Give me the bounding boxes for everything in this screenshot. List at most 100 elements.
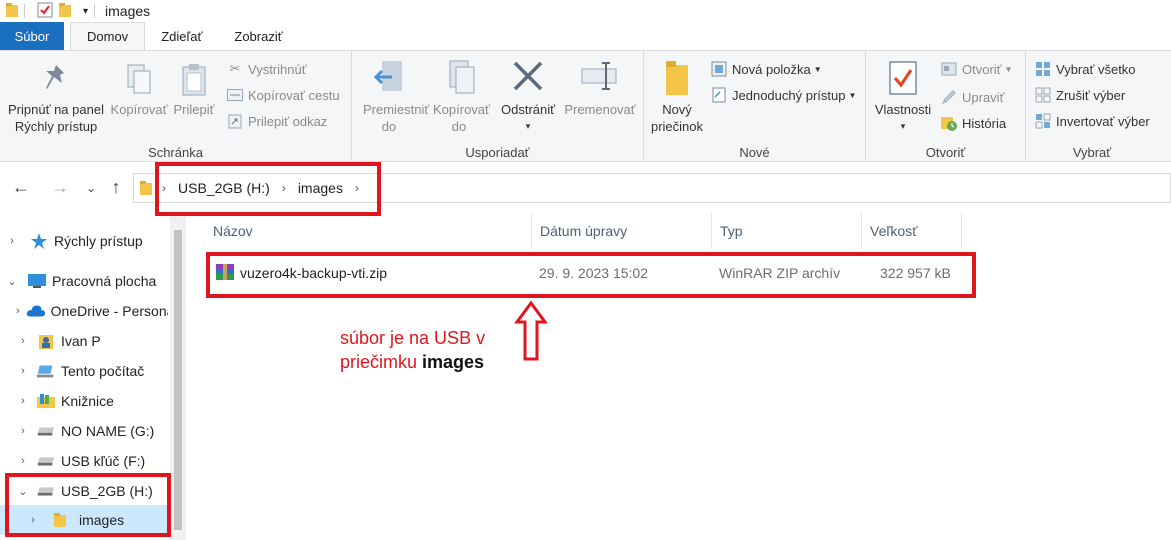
nav-item-desktop[interactable]: ⌄ Pracovná plocha — [0, 266, 168, 296]
delete-button[interactable]: Odstrániť ▾ — [496, 59, 560, 135]
new-item-button[interactable]: Nová položka ▼ — [710, 59, 822, 79]
nav-label: Pracovná plocha — [52, 273, 157, 289]
nav-item-user[interactable]: › Ivan P — [0, 326, 168, 356]
group-label-clipboard: Schránka — [148, 145, 203, 160]
column-header-size[interactable]: Veľkosť — [862, 213, 962, 249]
group-label-select: Vybrať — [1072, 145, 1112, 160]
delete-label: Odstrániť — [500, 102, 555, 117]
paste-shortcut-button[interactable]: Prilepiť odkaz — [226, 111, 327, 131]
select-all-button[interactable]: Vybrať všetko — [1034, 59, 1136, 79]
nav-item-libraries[interactable]: › Knižnice — [0, 386, 168, 416]
group-clipboard: Pripnúť na panel Rýchly prístup Kopírova… — [0, 51, 352, 162]
up-arrow-icon[interactable]: ↑ — [106, 177, 126, 198]
select-none-icon — [1034, 86, 1052, 104]
back-arrow-icon[interactable]: ← — [11, 177, 31, 198]
paste-button[interactable]: Prilepiť — [170, 63, 218, 118]
invert-selection-button[interactable]: Invertovať výber — [1034, 111, 1150, 131]
history-label: História — [962, 115, 1007, 131]
nav-label: USB kľúč (F:) — [61, 453, 146, 469]
properties-icon — [868, 59, 938, 101]
tab-view[interactable]: Zobraziť — [218, 22, 298, 50]
edit-button[interactable]: Upraviť — [940, 87, 1004, 107]
properties-label: Vlastnosti — [874, 102, 932, 117]
expand-chevron-icon[interactable]: › — [16, 305, 20, 317]
column-header-type[interactable]: Typ — [712, 213, 862, 249]
computer-icon — [36, 362, 56, 380]
copy-icon — [106, 63, 172, 101]
invert-selection-label: Invertovať výber — [1056, 113, 1150, 129]
copy-path-button[interactable]: Kopírovať cestu — [226, 85, 340, 105]
copy-path-icon — [226, 86, 244, 104]
highlight-box-nav-drive — [5, 473, 171, 537]
easy-access-button[interactable]: Jednoduchý prístup ▼ — [710, 85, 856, 105]
scrollbar-thumb[interactable] — [174, 230, 182, 530]
group-organize: Premiestniť do Kopírovať do Odstrániť ▾ … — [352, 51, 644, 162]
rename-icon — [560, 59, 640, 101]
new-folder-button[interactable]: Nový priečinok — [646, 59, 708, 135]
pin-label: Pripnúť na panel Rýchly prístup — [8, 102, 104, 134]
column-header-date[interactable]: Dátum úpravy — [532, 213, 712, 249]
user-folder-icon — [36, 332, 56, 350]
tab-share[interactable]: Zdieľať — [145, 22, 218, 50]
delete-dropdown-icon[interactable]: ▾ — [496, 118, 560, 135]
new-folder-label: Nový priečinok — [650, 102, 704, 134]
expand-chevron-icon[interactable]: › — [5, 235, 19, 247]
new-folder-icon — [646, 59, 708, 101]
expand-chevron-icon[interactable]: › — [16, 455, 30, 467]
forward-arrow-icon[interactable]: → — [50, 177, 70, 198]
nav-item-this-pc[interactable]: › Tento počítač — [0, 356, 168, 386]
nav-item-drive-f[interactable]: › USB kľúč (F:) — [0, 446, 168, 476]
new-folder-quick-icon[interactable] — [59, 2, 73, 21]
highlight-box-breadcrumb — [155, 162, 381, 216]
pin-quick-access-button[interactable]: Pripnúť na panel Rýchly prístup — [4, 63, 108, 135]
group-open: Vlastnosti ▾ Otvoriť ▼ Upraviť História … — [866, 51, 1026, 162]
cut-button[interactable]: ✂ Vystrihnúť — [226, 59, 307, 79]
move-to-icon — [354, 59, 424, 101]
nav-pane-scrollbar[interactable] — [170, 216, 186, 540]
easy-access-icon — [710, 86, 728, 104]
history-icon — [940, 114, 958, 132]
tab-home[interactable]: Domov — [70, 22, 146, 50]
new-item-dropdown-icon: ▼ — [813, 64, 822, 74]
separator — [94, 4, 96, 18]
recent-locations-chevron-icon[interactable]: ⌄ — [81, 181, 101, 195]
paste-label: Prilepiť — [173, 102, 215, 117]
new-item-label: Nová položka — [732, 61, 811, 77]
rename-button[interactable]: Premenovať — [560, 59, 640, 118]
select-none-button[interactable]: Zrušiť výber — [1034, 85, 1125, 105]
expand-chevron-icon[interactable]: › — [16, 395, 30, 407]
properties-dropdown-icon[interactable]: ▾ — [868, 118, 938, 135]
edit-icon — [940, 88, 958, 106]
nav-label: Tento počítač — [61, 363, 145, 379]
nav-label: OneDrive - Personal — [50, 303, 168, 319]
properties-quick-icon[interactable] — [37, 2, 53, 21]
expand-chevron-icon[interactable]: › — [16, 335, 30, 347]
usb-drive-icon — [36, 452, 56, 470]
properties-button[interactable]: Vlastnosti ▾ — [868, 59, 938, 135]
nav-item-quick-access[interactable]: › Rýchly prístup — [0, 226, 168, 256]
edit-label: Upraviť — [962, 89, 1005, 105]
annotation-line-2: priečimku images — [340, 350, 485, 374]
column-header-name[interactable]: Názov — [205, 213, 532, 249]
folder-icon — [6, 2, 18, 20]
copy-button[interactable]: Kopírovať — [106, 63, 172, 118]
nav-item-drive-g[interactable]: › NO NAME (G:) — [0, 416, 168, 446]
collapse-chevron-icon[interactable]: ⌄ — [5, 275, 19, 288]
usb-drive-icon — [36, 422, 56, 440]
expand-chevron-icon[interactable]: › — [16, 365, 30, 377]
select-none-label: Zrušiť výber — [1056, 87, 1126, 103]
up-arrow-annotation-icon — [514, 300, 548, 361]
copy-to-button[interactable]: Kopírovať do — [426, 59, 492, 135]
group-new: Nový priečinok Nová položka ▼ Jednoduchý… — [644, 51, 866, 162]
customize-quick-access-dropdown-icon[interactable]: ▾ — [83, 6, 88, 17]
move-to-button[interactable]: Premiestniť do — [354, 59, 429, 135]
tab-file[interactable]: Súbor — [0, 22, 64, 50]
open-button[interactable]: Otvoriť ▼ — [940, 59, 1012, 79]
copy-to-label: Kopírovať do — [433, 102, 490, 134]
ribbon-tabs: Súbor Domov Zdieľať Zobraziť — [0, 22, 1171, 50]
open-icon — [940, 60, 958, 78]
expand-chevron-icon[interactable]: › — [16, 425, 30, 437]
history-button[interactable]: História — [940, 113, 1006, 133]
nav-item-onedrive[interactable]: › OneDrive - Personal — [0, 296, 168, 326]
group-label-organize: Usporiadať — [465, 145, 530, 160]
